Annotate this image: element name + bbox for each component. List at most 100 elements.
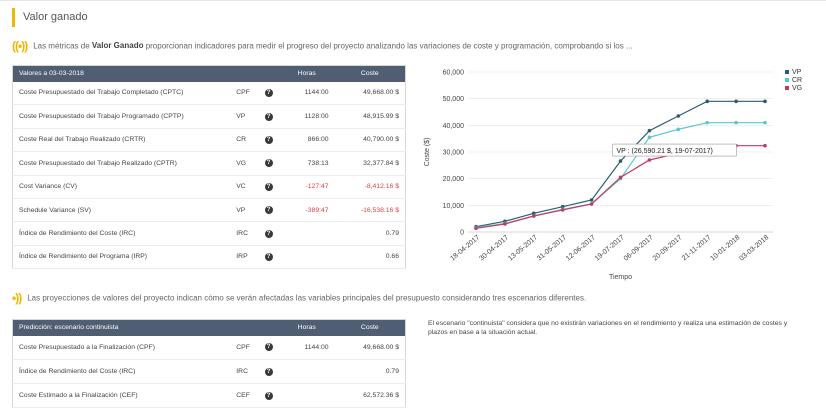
row-cost: 62,572.36 $	[334, 383, 406, 408]
help-cell[interactable]: ?	[258, 359, 279, 384]
legend-swatch	[785, 70, 789, 74]
data-point-vp[interactable]	[734, 99, 738, 104]
help-circle-icon[interactable]: ?	[264, 182, 273, 191]
data-point-vg[interactable]	[532, 214, 536, 218]
data-point-cr[interactable]	[705, 120, 709, 125]
help-circle-icon[interactable]: ?	[264, 135, 273, 144]
help-cell[interactable]: ?	[258, 198, 279, 223]
help-cell[interactable]: ?	[258, 383, 279, 408]
help-cell[interactable]: ?	[258, 221, 279, 246]
row-code: VP	[230, 104, 259, 129]
row-cost: 49,668.00 $	[334, 81, 406, 106]
header-hours: Horas	[278, 319, 335, 336]
help-circle-icon[interactable]: ?	[264, 206, 273, 215]
help-cell[interactable]: ?	[258, 104, 279, 129]
row-code: VP	[230, 198, 259, 223]
y-tick-label: 40,000	[443, 123, 465, 130]
data-point-vg[interactable]	[763, 143, 767, 148]
y-axis-title: Coste ($)	[424, 138, 431, 167]
data-point-vp[interactable]	[647, 128, 652, 133]
table-row: Coste Presupuestado a la Finalización (C…	[12, 335, 406, 360]
x-tick-label: 19-07-2017	[594, 234, 626, 262]
help-circle-icon[interactable]: ?	[264, 252, 273, 261]
help-circle-icon[interactable]: ?	[264, 343, 273, 352]
row-cost: -16,538.16 $	[334, 198, 406, 223]
help-circle-icon[interactable]: ?	[264, 391, 273, 400]
row-code: IRC	[230, 359, 259, 384]
legend-label[interactable]: VG	[792, 85, 802, 92]
table-row: Coste Estimado a la Finalización (CEF) CE…	[12, 383, 406, 408]
help-circle-icon[interactable]: ?	[264, 112, 273, 121]
x-tick-label: 21-11-2017	[681, 234, 713, 262]
help-cell[interactable]: ?	[258, 175, 279, 199]
data-point-vg[interactable]	[647, 158, 652, 162]
table-row: Coste Presupuestado del Trabajo Realizad…	[12, 151, 406, 176]
data-point-vp[interactable]	[705, 99, 709, 104]
earned-value-panel: Valor ganado ((•)) Las métricas de Valor …	[0, 0, 826, 410]
help-circle-icon[interactable]: ?	[264, 367, 273, 376]
data-point-cr[interactable]	[647, 135, 652, 140]
data-point-vg[interactable]	[474, 226, 478, 231]
row-hours: -389:47	[278, 198, 335, 223]
row-label: Coste Estimado a la Finalización (CEF)	[12, 383, 231, 408]
row-hours	[278, 359, 335, 384]
help-cell[interactable]: ?	[258, 128, 279, 153]
row-hours: 1144:00	[278, 335, 335, 360]
help-circle-icon[interactable]: ?	[264, 88, 273, 97]
x-tick-label: 30-04-2017	[478, 234, 510, 262]
data-point-vg[interactable]	[560, 208, 565, 212]
tooltip-text: VP : (26,590.21 $, 19-07-2017)	[617, 148, 713, 155]
row-label: Coste Presupuestado del Trabajo Realizad…	[12, 151, 231, 176]
help-circle-icon[interactable]: ?	[264, 229, 273, 238]
row-hours	[278, 245, 335, 270]
broadcast-icon: •))	[12, 291, 22, 305]
row-hours	[278, 383, 335, 408]
projections-text: •)) Las proyecciones de valores del proye…	[12, 291, 587, 305]
y-tick-label: 50,000	[443, 96, 465, 103]
header-cost: Coste	[334, 65, 406, 82]
section-title: Valor ganado	[12, 8, 88, 27]
row-label: Índice de Rendimiento del Programa (IRP)	[12, 245, 231, 270]
data-point-vg[interactable]	[618, 175, 623, 180]
earned-value-table: Valores a 03-03-2018 Horas Coste Coste P…	[12, 65, 406, 270]
row-label: Coste Presupuestado del Trabajo Programa…	[12, 104, 231, 129]
y-tick-label: 30,000	[443, 150, 465, 157]
earned-value-chart: 0 10,000 20,000 30,000 40,000 50,000 60,000 18-…	[424, 69, 802, 281]
data-point-vp[interactable]	[676, 114, 681, 118]
help-cell[interactable]: ?	[258, 81, 279, 106]
data-point-cr[interactable]	[734, 120, 738, 125]
data-point-vp[interactable]	[618, 159, 623, 163]
row-label: Índice de Rendimiento del Coste (IRC)	[12, 221, 231, 246]
table-row: Índice de Rendimiento del Programa (IRP)…	[12, 245, 406, 270]
x-tick-label: 12-06-2017	[565, 234, 597, 262]
table-row: Coste Real del Trabajo Realizado (CRTR) C…	[12, 128, 406, 153]
help-circle-icon[interactable]: ?	[264, 159, 273, 168]
intro-text: ((•)) Las métricas de Valor Ganado propor…	[12, 39, 824, 53]
table-row: Coste Presupuestado del Trabajo Completa…	[12, 81, 406, 106]
data-point-vg[interactable]	[589, 202, 594, 206]
broadcast-icon: ((•))	[12, 39, 28, 53]
header-cost: Coste	[334, 319, 406, 336]
data-point-cr[interactable]	[763, 120, 767, 125]
legend-label[interactable]: VP	[792, 69, 802, 76]
data-point-cr[interactable]	[676, 127, 681, 132]
table-row: Índice de Rendimiento del Coste (IRC) IRC…	[12, 221, 406, 246]
row-cost: 40,790.00 $	[334, 128, 406, 153]
row-code: IRP	[230, 245, 259, 270]
help-cell[interactable]: ?	[258, 245, 279, 270]
data-point-vp[interactable]	[763, 99, 767, 104]
legend-label[interactable]: CR	[792, 77, 802, 84]
legend-swatch	[785, 78, 789, 82]
intro-post: proporcionan indicadores para medir el p…	[143, 41, 633, 51]
series-line-vg	[475, 145, 765, 229]
help-cell[interactable]: ?	[258, 151, 279, 176]
data-point-vg[interactable]	[503, 222, 507, 226]
row-code: IRC	[230, 221, 259, 246]
help-cell[interactable]: ?	[258, 335, 279, 360]
intro-pre: Las métricas de	[33, 41, 92, 51]
row-hours: 738:13	[278, 151, 335, 176]
header-date: Valores a 03-03-2018	[12, 65, 231, 82]
data-point-vp[interactable]	[589, 198, 594, 202]
table-header-row: Predicción: escenario continuista Horas …	[12, 319, 406, 336]
scenario-note: El escenario "continuista" considera que…	[428, 320, 788, 336]
